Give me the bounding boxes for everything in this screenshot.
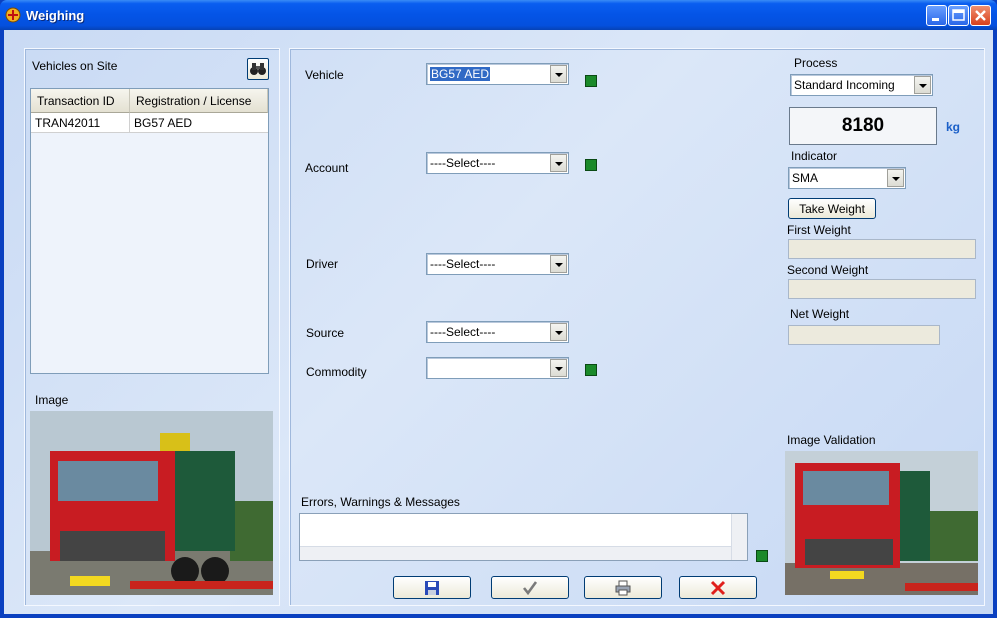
source-label: Source [306, 326, 345, 340]
printer-icon [615, 580, 631, 596]
window-title: Weighing [26, 8, 85, 23]
chevron-down-icon[interactable] [550, 65, 567, 83]
save-button[interactable] [393, 576, 471, 599]
second-weight-label: Second Weight [787, 263, 869, 277]
red-x-icon [710, 580, 726, 596]
weight-display: 8180 [789, 107, 937, 145]
chevron-down-icon[interactable] [550, 323, 567, 341]
driver-label: Driver [306, 257, 338, 271]
indicator-value: SMA [792, 171, 819, 185]
vehicle-image [30, 411, 273, 595]
left-panel: Vehicles on Site Transaction ID Registra… [24, 48, 280, 606]
cell-registration[interactable]: BG57 AED [130, 113, 268, 133]
indicator-label: Indicator [791, 149, 838, 163]
process-label: Process [794, 56, 838, 70]
close-icon [975, 10, 986, 21]
confirm-button[interactable] [491, 576, 569, 599]
client-area: Vehicles on Site Transaction ID Registra… [4, 30, 993, 614]
chevron-down-icon[interactable] [550, 255, 567, 273]
net-weight-label: Net Weight [790, 307, 850, 321]
column-header-registration[interactable]: Registration / License [130, 89, 268, 113]
image-label: Image [35, 393, 69, 407]
second-weight-field[interactable] [788, 279, 976, 299]
vehicles-on-site-title: Vehicles on Site [32, 59, 118, 73]
checkmark-icon [522, 581, 538, 596]
driver-value: ----Select---- [430, 257, 496, 271]
messages-box[interactable] [299, 513, 748, 561]
process-value: Standard Incoming [794, 78, 895, 92]
vertical-scrollbar[interactable] [731, 514, 747, 560]
validation-image [785, 451, 978, 595]
chevron-down-icon[interactable] [887, 169, 904, 187]
vehicle-value: BG57 AED [430, 67, 491, 81]
vehicle-label: Vehicle [305, 68, 344, 82]
minimize-icon [932, 18, 939, 21]
find-button[interactable] [247, 58, 269, 80]
chevron-down-icon[interactable] [914, 76, 931, 94]
first-weight-field[interactable] [788, 239, 976, 259]
indicator-select[interactable]: SMA [788, 167, 906, 189]
account-select[interactable]: ----Select---- [426, 152, 569, 174]
net-weight-field[interactable] [788, 325, 940, 345]
source-value: ----Select---- [430, 325, 496, 339]
driver-select[interactable]: ----Select---- [426, 253, 569, 275]
commodity-label: Commodity [306, 365, 367, 379]
weight-unit: kg [946, 120, 961, 134]
vehicles-table: Transaction ID Registration / License TR… [30, 88, 269, 374]
floppy-disk-icon [425, 581, 439, 595]
take-weight-button[interactable]: Take Weight [788, 198, 876, 219]
maximize-icon [952, 9, 965, 21]
commodity-select[interactable] [426, 357, 569, 379]
horizontal-scrollbar[interactable] [300, 546, 731, 560]
vehicle-status-led [585, 75, 597, 87]
cell-transaction-id[interactable]: TRAN42011 [31, 113, 130, 133]
chevron-down-icon[interactable] [550, 154, 567, 172]
title-bar[interactable]: Weighing [0, 0, 997, 30]
maximize-button[interactable] [948, 5, 969, 26]
cancel-button[interactable] [679, 576, 757, 599]
account-label: Account [305, 161, 349, 175]
commodity-status-led [585, 364, 597, 376]
account-value: ----Select---- [430, 156, 496, 170]
image-validation-label: Image Validation [787, 433, 876, 447]
app-icon [5, 7, 21, 23]
messages-status-led [756, 550, 768, 562]
vehicle-select[interactable]: BG57 AED [426, 63, 569, 85]
column-header-transaction-id[interactable]: Transaction ID [31, 89, 130, 113]
weighing-window: Weighing Vehicles on Site Transaction ID [0, 0, 997, 618]
chevron-down-icon[interactable] [550, 359, 567, 377]
main-panel: Vehicle BG57 AED Account ----Select---- … [289, 48, 985, 606]
close-button[interactable] [970, 5, 991, 26]
messages-label: Errors, Warnings & Messages [301, 495, 460, 509]
first-weight-label: First Weight [787, 223, 851, 237]
binoculars-icon [250, 63, 266, 75]
account-status-led [585, 159, 597, 171]
source-select[interactable]: ----Select---- [426, 321, 569, 343]
process-select[interactable]: Standard Incoming [790, 74, 933, 96]
minimize-button[interactable] [926, 5, 947, 26]
print-button[interactable] [584, 576, 662, 599]
